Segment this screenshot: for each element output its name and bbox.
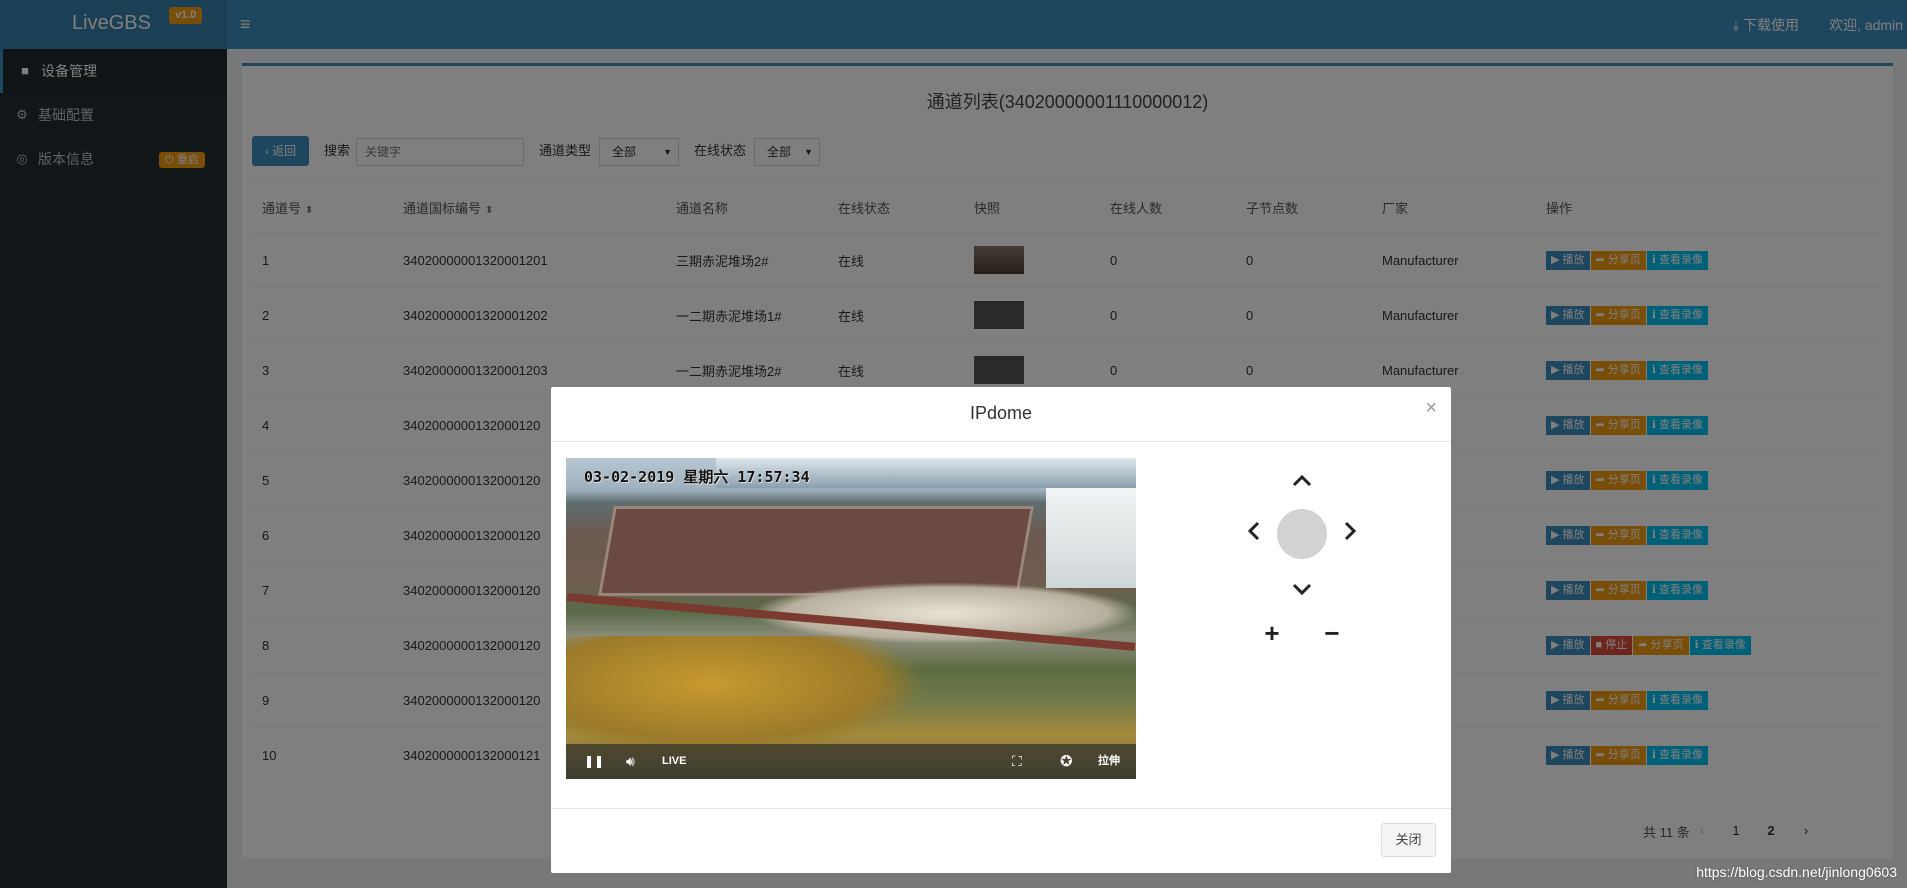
close-button[interactable]: 关闭 xyxy=(1381,823,1436,857)
chevron-left-icon[interactable] xyxy=(1240,520,1268,548)
video-modal: IPdome × 03-02-2019 星期六 17:57:34 ❚❚ 🔊︎ L… xyxy=(551,387,1451,873)
zoom-out-icon[interactable]: − xyxy=(1318,619,1346,647)
modal-title: IPdome xyxy=(969,403,1033,423)
chevron-down-icon[interactable] xyxy=(1288,575,1316,603)
close-icon[interactable]: × xyxy=(1425,397,1437,420)
video-timestamp-osd: 03-02-2019 星期六 17:57:34 xyxy=(584,468,810,486)
chevron-up-icon[interactable] xyxy=(1288,467,1316,495)
fullscreen-icon[interactable]: ⛶ xyxy=(1012,744,1022,779)
chevron-right-icon[interactable] xyxy=(1336,520,1364,548)
stretch-button[interactable]: 拉伸 xyxy=(1098,744,1120,779)
watermark: https://blog.csdn.net/jinlong0603 xyxy=(1696,864,1897,880)
player-control-bar: ❚❚ 🔊︎ LIVE ⛶ ✪ 拉伸 xyxy=(566,744,1136,779)
ptz-center-button[interactable] xyxy=(1277,509,1327,559)
modal-footer: 关闭 xyxy=(551,808,1451,873)
snapshot-icon[interactable]: ✪ xyxy=(1060,744,1073,779)
volume-icon[interactable]: 🔊︎ xyxy=(626,744,635,779)
zoom-in-icon[interactable]: + xyxy=(1258,619,1286,647)
pause-icon[interactable]: ❚❚ xyxy=(584,744,604,779)
video-player[interactable]: 03-02-2019 星期六 17:57:34 ❚❚ 🔊︎ LIVE ⛶ ✪ 拉… xyxy=(566,458,1136,779)
modal-header: IPdome × xyxy=(551,387,1451,442)
video-frame xyxy=(566,458,1136,779)
live-indicator: LIVE xyxy=(662,755,687,767)
